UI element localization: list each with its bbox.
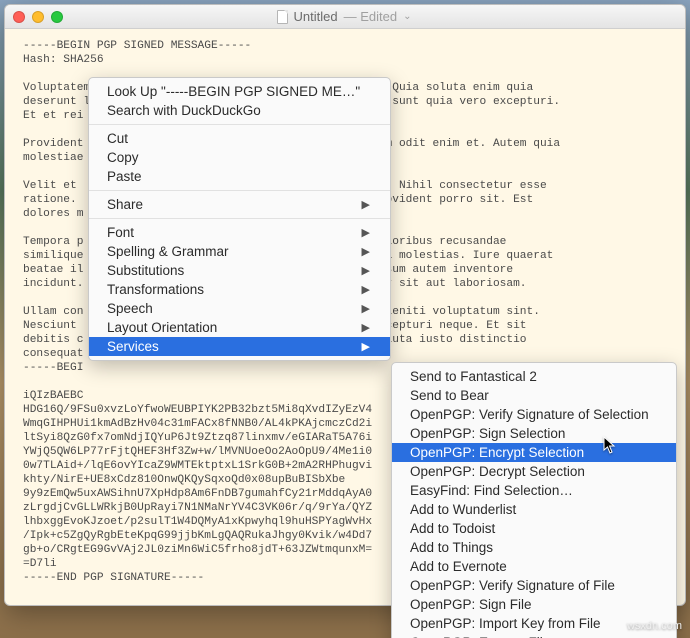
- minimize-icon[interactable]: [32, 11, 44, 23]
- services-item[interactable]: Send to Fantastical 2: [392, 367, 676, 386]
- services-item[interactable]: OpenPGP: Encrypt File: [392, 633, 676, 638]
- chevron-right-icon: ▶: [362, 321, 370, 334]
- services-item-label: OpenPGP: Sign File: [410, 597, 532, 612]
- zoom-icon[interactable]: [51, 11, 63, 23]
- document-icon: [277, 10, 288, 24]
- services-item-label: Send to Fantastical 2: [410, 369, 537, 384]
- services-item[interactable]: Add to Evernote: [392, 557, 676, 576]
- services-submenu: Send to Fantastical 2 Send to Bear OpenPGP…: [391, 362, 677, 638]
- services-item[interactable]: OpenPGP: Sign File: [392, 595, 676, 614]
- menu-share[interactable]: Share▶: [89, 195, 390, 214]
- services-item-label: OpenPGP: Verify Signature of File: [410, 578, 615, 593]
- menu-separator: [89, 218, 390, 219]
- menu-layout[interactable]: Layout Orientation▶: [89, 318, 390, 337]
- menu-substitutions[interactable]: Substitutions▶: [89, 261, 390, 280]
- services-item[interactable]: EasyFind: Find Selection…: [392, 481, 676, 500]
- chevron-right-icon: ▶: [362, 283, 370, 296]
- close-icon[interactable]: [13, 11, 25, 23]
- titlebar[interactable]: Untitled — Edited ⌄: [5, 5, 685, 29]
- chevron-right-icon: ▶: [362, 264, 370, 277]
- menu-separator: [89, 190, 390, 191]
- menu-lookup[interactable]: Look Up "-----BEGIN PGP SIGNED ME…": [89, 82, 390, 101]
- services-item[interactable]: Add to Things: [392, 538, 676, 557]
- menu-separator: [89, 124, 390, 125]
- services-item-label: Add to Wunderlist: [410, 502, 516, 517]
- title-area: Untitled — Edited ⌄: [70, 9, 618, 24]
- menu-speech[interactable]: Speech▶: [89, 299, 390, 318]
- watermark: wsxdn.com: [627, 620, 682, 632]
- services-item-label: OpenPGP: Decrypt Selection: [410, 464, 585, 479]
- services-item[interactable]: OpenPGP: Sign Selection: [392, 424, 676, 443]
- services-item-label: EasyFind: Find Selection…: [410, 483, 573, 498]
- services-item[interactable]: Add to Wunderlist: [392, 500, 676, 519]
- services-item-label: Send to Bear: [410, 388, 489, 403]
- services-item[interactable]: OpenPGP: Decrypt Selection: [392, 462, 676, 481]
- services-item-label: OpenPGP: Sign Selection: [410, 426, 565, 441]
- services-item-label: OpenPGP: Verify Signature of Selection: [410, 407, 649, 422]
- context-menu: Look Up "-----BEGIN PGP SIGNED ME…" Sear…: [88, 77, 391, 361]
- services-item[interactable]: OpenPGP: Encrypt Selection: [392, 443, 676, 462]
- menu-services[interactable]: Services▶: [89, 337, 390, 356]
- menu-cut[interactable]: Cut: [89, 129, 390, 148]
- services-item[interactable]: Send to Bear: [392, 386, 676, 405]
- chevron-right-icon: ▶: [362, 226, 370, 239]
- chevron-right-icon: ▶: [362, 245, 370, 258]
- menu-copy[interactable]: Copy: [89, 148, 390, 167]
- menu-spelling[interactable]: Spelling & Grammar▶: [89, 242, 390, 261]
- services-item[interactable]: Add to Todoist: [392, 519, 676, 538]
- edited-marker: — Edited: [344, 9, 397, 24]
- services-item[interactable]: OpenPGP: Verify Signature of File: [392, 576, 676, 595]
- chevron-right-icon: ▶: [362, 340, 370, 353]
- menu-transformations[interactable]: Transformations▶: [89, 280, 390, 299]
- menu-font[interactable]: Font▶: [89, 223, 390, 242]
- window-title: Untitled: [294, 9, 338, 24]
- chevron-right-icon: ▶: [362, 302, 370, 315]
- menu-search[interactable]: Search with DuckDuckGo: [89, 101, 390, 120]
- chevron-down-icon[interactable]: ⌄: [403, 11, 411, 22]
- menu-paste[interactable]: Paste: [89, 167, 390, 186]
- services-item-label: Add to Todoist: [410, 521, 495, 536]
- services-item[interactable]: OpenPGP: Verify Signature of Selection: [392, 405, 676, 424]
- services-item-label: OpenPGP: Import Key from File: [410, 616, 601, 631]
- services-item-label: OpenPGP: Encrypt Selection: [410, 445, 584, 460]
- services-item-label: Add to Things: [410, 540, 493, 555]
- services-item-label: Add to Evernote: [410, 559, 507, 574]
- chevron-right-icon: ▶: [362, 198, 370, 211]
